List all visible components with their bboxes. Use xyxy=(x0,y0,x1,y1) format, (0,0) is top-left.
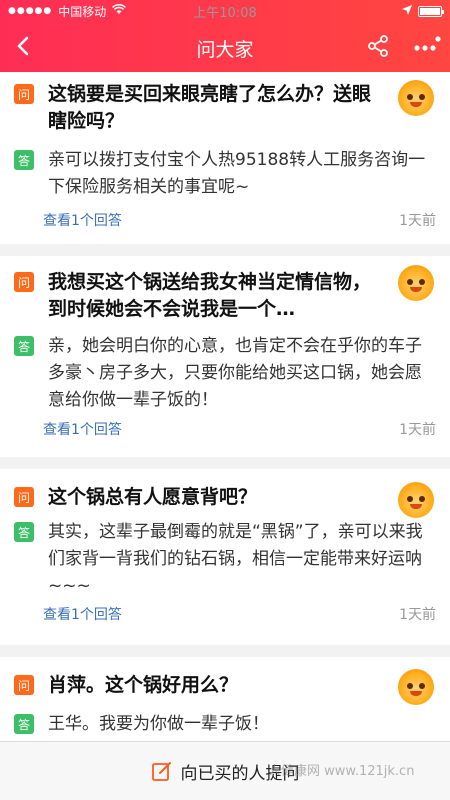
question-text: 这锅要是买回来眼亮瞎了怎么办？送眼瞎险吗？ xyxy=(48,83,372,132)
question-text: 这个锅总有人愿意背吧？ xyxy=(48,486,258,508)
clock: 上午10:08 xyxy=(193,5,257,21)
post-time: 1天前 xyxy=(399,607,436,623)
view-answers-link[interactable]: 查看1个回答 xyxy=(43,419,122,439)
question-text: 肖萍。这个锅好用么？ xyxy=(48,674,239,696)
watermark: 人健康网 www.121jk.cn xyxy=(268,764,415,779)
avatar xyxy=(398,669,434,705)
question-tag: 问 xyxy=(14,487,34,507)
answer-text: 亲可以拨打支付宝个人热95188转人工服务咨询一下保险服务相关的事宜呢~ xyxy=(48,150,426,197)
question-tag: 问 xyxy=(14,675,34,695)
post-time: 1天前 xyxy=(399,213,436,229)
edit-icon xyxy=(151,760,173,782)
answer-text: 亲，她会明白你的心意，也肯定不会在乎你的车子多豪丶房子多大，只要你能给她买这口锅… xyxy=(48,336,422,410)
view-answers-link[interactable]: 查看1个回答 xyxy=(43,604,122,624)
answer-text: 其实，这辈子最倒霉的就是“黑锅”了，亲可以来我们家背一背我们的钻石锅，相信一定能… xyxy=(48,522,423,596)
answer-tag: 答 xyxy=(14,522,34,542)
answer-tag: 答 xyxy=(14,714,34,734)
header: ●●●●● 中国移动 上午10:08 问大家 xyxy=(0,0,450,72)
post-time: 1天前 xyxy=(399,422,436,438)
status-bar: ●●●●● 中国移动 上午10:08 xyxy=(0,0,450,22)
avatar xyxy=(398,482,434,518)
view-answers-link[interactable]: 查看1个回答 xyxy=(43,210,122,230)
question-text: 我想买这个锅送给我女神当定情信物，到时候她会不会说我是一个… xyxy=(48,271,372,320)
navbar: 问大家 xyxy=(0,22,450,72)
share-icon[interactable] xyxy=(366,34,390,58)
more-icon[interactable] xyxy=(412,36,442,56)
answer-text: 王华。我要为你做一辈子饭！ xyxy=(48,714,269,734)
question-card[interactable]: 问 这锅要是买回来眼亮瞎了怎么办？送眼瞎险吗？ 答 亲可以拨打支付宝个人热951… xyxy=(0,72,450,244)
avatar xyxy=(398,265,434,301)
battery-icon xyxy=(418,5,444,17)
question-list: 问 这锅要是买回来眼亮瞎了怎么办？送眼瞎险吗？ 答 亲可以拨打支付宝个人热951… xyxy=(0,72,450,789)
question-card[interactable]: 问 这个锅总有人愿意背吧？ 答 其实，这辈子最倒霉的就是“黑锅”了，亲可以来我们… xyxy=(0,469,450,645)
question-tag: 问 xyxy=(14,272,34,292)
answer-tag: 答 xyxy=(14,336,34,356)
question-card[interactable]: 问 我想买这个锅送给我女神当定情信物，到时候她会不会说我是一个… 答 亲，她会明… xyxy=(0,256,450,457)
avatar xyxy=(398,80,434,116)
question-tag: 问 xyxy=(14,84,34,104)
answer-tag: 答 xyxy=(14,150,34,170)
